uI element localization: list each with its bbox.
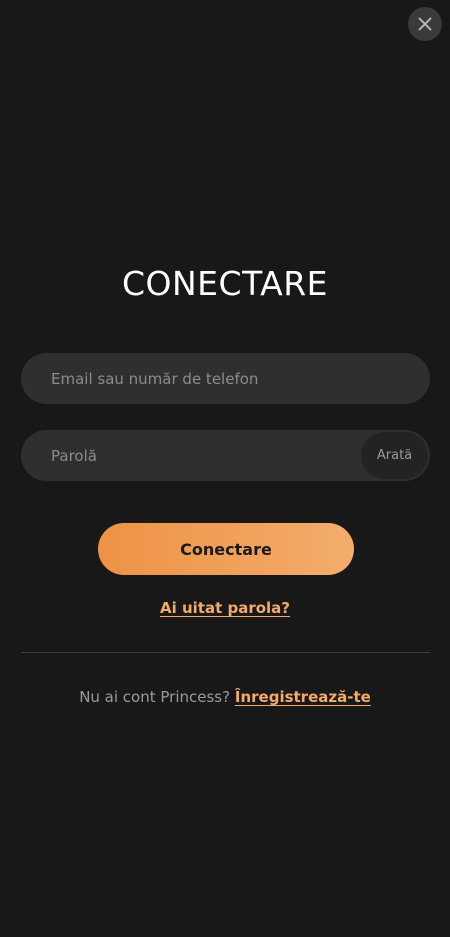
- page-title: CONECTARE: [121, 264, 329, 303]
- signup-prompt: Nu ai cont Princess?: [79, 688, 231, 706]
- divider: [21, 652, 430, 653]
- password-field-container: Arată: [21, 430, 430, 481]
- signup-link[interactable]: Înregistrează-te: [235, 688, 371, 706]
- show-password-button[interactable]: Arată: [361, 432, 428, 479]
- login-button[interactable]: Conectare: [98, 523, 354, 575]
- forgot-password-label: Ai uitat parola?: [159, 599, 290, 617]
- close-button[interactable]: [408, 7, 442, 41]
- email-field-container: [21, 353, 430, 404]
- forgot-password-link[interactable]: Ai uitat parola?: [0, 599, 450, 617]
- close-icon: [418, 17, 432, 31]
- email-input[interactable]: [21, 353, 430, 404]
- signup-row: Nu ai cont Princess? Înregistrează-te: [0, 688, 450, 706]
